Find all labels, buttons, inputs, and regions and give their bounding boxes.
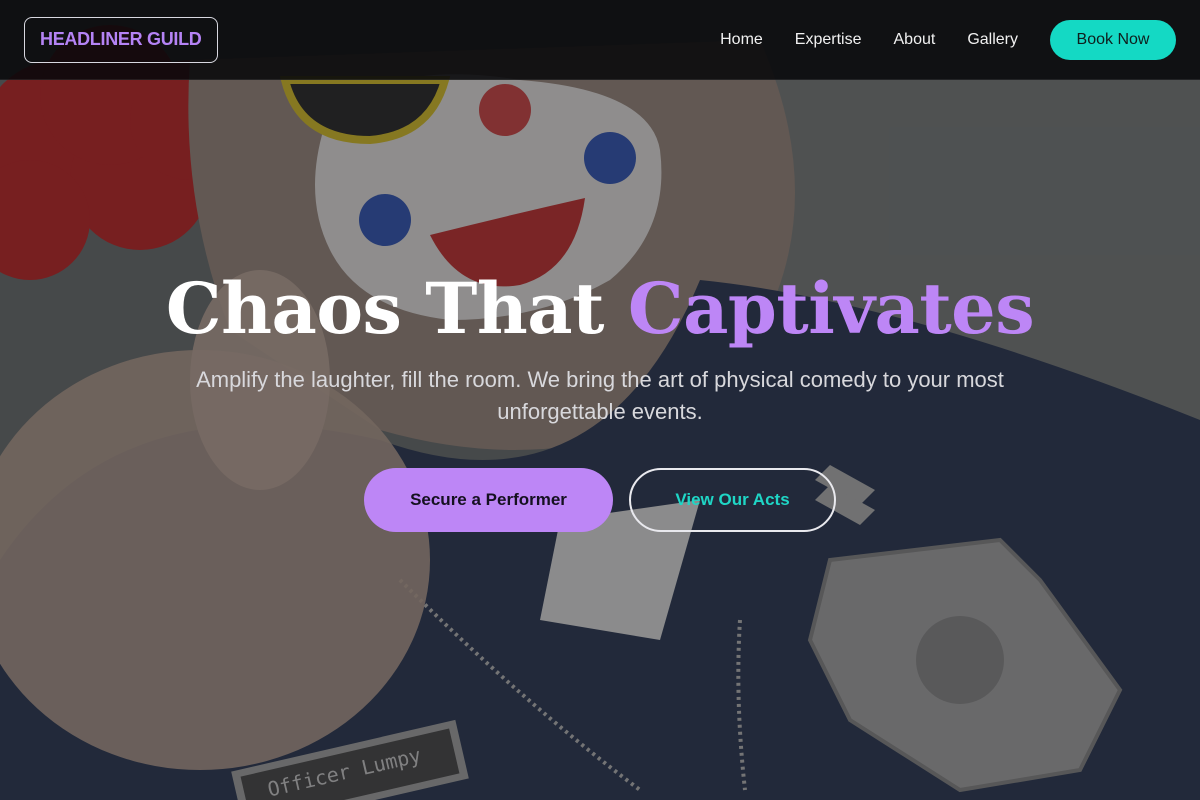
book-now-button[interactable]: Book Now	[1050, 19, 1176, 60]
hero-headline: Chaos That Captivates	[0, 266, 1200, 352]
nav-menu: Home Expertise About Gallery Book Now	[720, 19, 1176, 60]
site-logo[interactable]: HEADLINER GUILD	[24, 16, 218, 63]
nav-link-home[interactable]: Home	[720, 31, 763, 49]
top-navigation: HEADLINER GUILD Home Expertise About Gal…	[0, 0, 1200, 80]
headline-plain: Chaos That	[165, 267, 605, 350]
hero-subheadline: Amplify the laughter, fill the room. We …	[196, 367, 1004, 424]
view-acts-button[interactable]: View Our Acts	[629, 468, 836, 532]
secure-performer-button[interactable]: Secure a Performer	[364, 468, 613, 532]
nav-link-expertise[interactable]: Expertise	[795, 31, 862, 49]
nav-link-about[interactable]: About	[894, 31, 936, 49]
headline-accent: Captivates	[627, 267, 1035, 350]
nav-link-gallery[interactable]: Gallery	[967, 31, 1018, 49]
hero-cta-row: Secure a Performer View Our Acts	[0, 468, 1200, 532]
